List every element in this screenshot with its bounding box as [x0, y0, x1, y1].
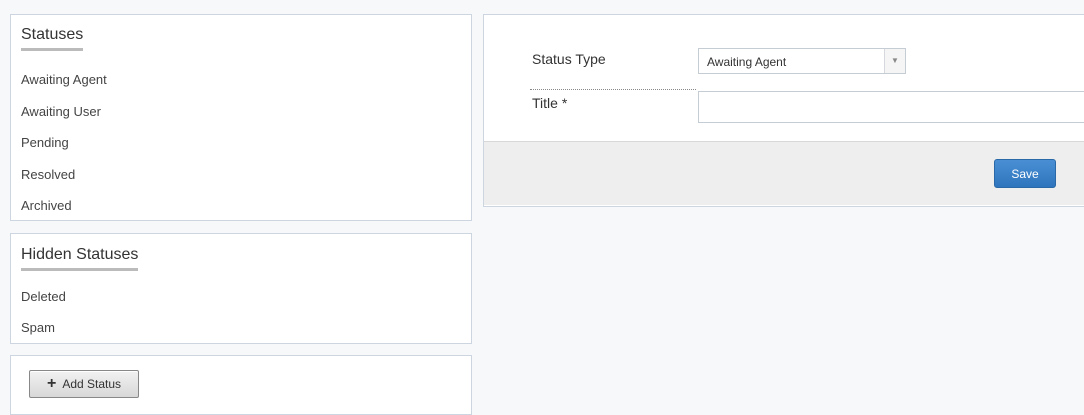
status-type-label: Status Type	[532, 51, 606, 67]
add-status-label: Add Status	[62, 377, 122, 391]
title-label: Title *	[532, 95, 568, 111]
save-button[interactable]: Save	[994, 159, 1056, 188]
status-type-value: Awaiting Agent	[707, 55, 787, 69]
status-form-panel: Status Type Awaiting Agent ▼ Title * Sav…	[483, 14, 1084, 207]
status-item-deleted[interactable]: Deleted	[21, 289, 66, 304]
status-type-select[interactable]: Awaiting Agent ▼	[698, 48, 906, 74]
status-item-awaiting-agent[interactable]: Awaiting Agent	[21, 72, 107, 87]
title-input[interactable]	[698, 91, 1084, 123]
status-item-spam[interactable]: Spam	[21, 320, 55, 335]
add-status-panel: + Add Status	[10, 355, 472, 415]
status-item-pending[interactable]: Pending	[21, 135, 69, 150]
hidden-statuses-title: Hidden Statuses	[21, 246, 139, 271]
statuses-title: Statuses	[21, 26, 84, 51]
hidden-statuses-panel: Hidden Statuses Deleted Spam	[10, 233, 472, 344]
status-item-archived[interactable]: Archived	[21, 198, 72, 213]
plus-icon: +	[46, 375, 57, 392]
chevron-down-icon[interactable]: ▼	[884, 49, 905, 73]
form-footer: Save	[484, 141, 1084, 205]
status-item-resolved[interactable]: Resolved	[21, 167, 75, 182]
add-status-button[interactable]: + Add Status	[29, 370, 139, 398]
statuses-panel: Statuses Awaiting Agent Awaiting User Pe…	[10, 14, 472, 221]
status-item-awaiting-user[interactable]: Awaiting User	[21, 104, 101, 119]
divider	[530, 89, 696, 90]
